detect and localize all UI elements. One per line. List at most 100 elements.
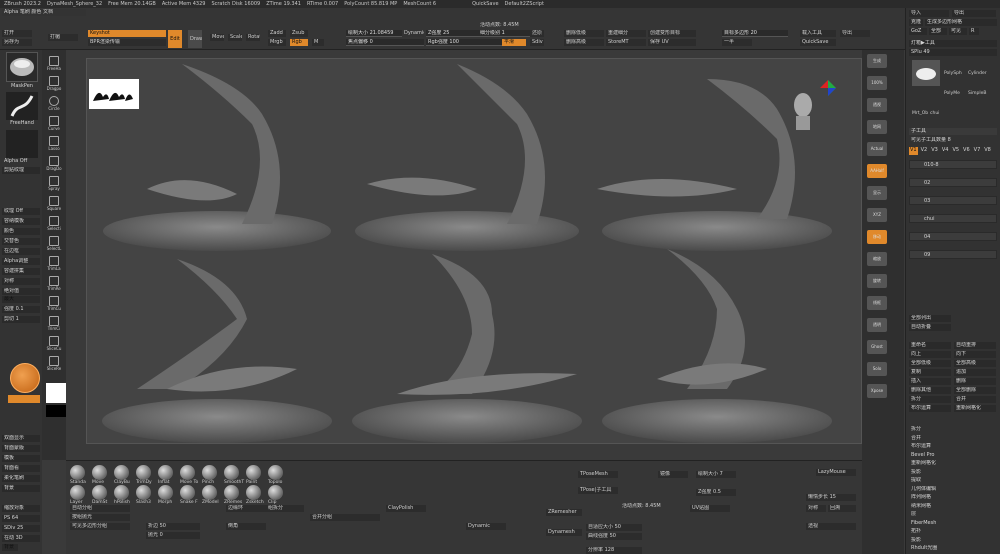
scale-button[interactable]: Scale bbox=[228, 34, 242, 41]
visible-polygroups-button[interactable]: 可见多边形分组 bbox=[70, 523, 130, 530]
subdiv-slider[interactable]: 细分级别 1 bbox=[478, 30, 536, 37]
tool-menu-item-5[interactable]: 投影 bbox=[909, 469, 997, 476]
left-bottom-0[interactable]: 双面显示 bbox=[2, 435, 40, 442]
select-tool-0[interactable]: FreeHa bbox=[44, 56, 64, 74]
version-tab-7[interactable]: V8 bbox=[983, 147, 992, 155]
select-tool-14[interactable]: SliceCu bbox=[44, 336, 64, 354]
rgb-intensity-slider[interactable]: Rgb强度 100 bbox=[426, 39, 502, 46]
tool-menu-item-11[interactable]: FiberMesh bbox=[909, 520, 997, 527]
tpose-subtool-button[interactable]: TPose|子工具 bbox=[578, 487, 618, 494]
tool-menu-item-13[interactable]: 投影 bbox=[909, 537, 997, 544]
subtool-item[interactable]: 02 bbox=[909, 178, 997, 187]
tool-menu-item-7[interactable]: 几何体编辑 bbox=[909, 486, 997, 493]
brush-19[interactable] bbox=[268, 485, 283, 500]
left-item-5[interactable]: Alpha调整 bbox=[2, 258, 40, 265]
subtool-action-14[interactable]: 布尔运算 bbox=[909, 405, 951, 412]
subtool-action-5[interactable]: 全部高级 bbox=[954, 360, 996, 367]
m-button[interactable]: M bbox=[312, 39, 324, 46]
edge-loop-button[interactable]: 边缘环 bbox=[226, 505, 266, 512]
tool-menu-item-12[interactable]: 拓扑 bbox=[909, 528, 997, 535]
all-button[interactable]: 全部 bbox=[929, 28, 947, 35]
select-tool-10[interactable]: TrimLa bbox=[44, 256, 64, 274]
list-all-button[interactable]: 全部列出 bbox=[909, 315, 951, 322]
zadd-button[interactable]: Zadd bbox=[268, 30, 286, 37]
subtool-action-11[interactable]: 全部删除 bbox=[954, 387, 996, 394]
bevel-button[interactable]: 倒角 bbox=[226, 523, 266, 530]
brush-8[interactable] bbox=[246, 465, 261, 480]
restore-button[interactable]: 还原 bbox=[530, 30, 544, 37]
subtool-action-7[interactable]: 追加 bbox=[954, 369, 996, 376]
left-bottom-1[interactable]: 背面蒙版 bbox=[2, 445, 40, 452]
subtool-action-1[interactable]: 自动重排 bbox=[954, 342, 996, 349]
dock-button-4[interactable]: Actual bbox=[867, 142, 887, 156]
left-item-3[interactable]: 交替色 bbox=[2, 238, 40, 245]
rgb-slider[interactable] bbox=[8, 395, 40, 403]
select-tool-7[interactable]: Square bbox=[44, 196, 64, 214]
move-button[interactable]: Move bbox=[210, 34, 224, 41]
storemt-button[interactable]: StoreMT bbox=[606, 39, 646, 46]
mrgb-button[interactable]: Mrgb bbox=[268, 39, 286, 46]
brush-3[interactable] bbox=[136, 465, 151, 480]
subtool-item[interactable]: 04 bbox=[909, 232, 997, 241]
subtool-item[interactable]: 09 bbox=[909, 250, 997, 259]
tool-menu-item-4[interactable]: 重新网格化 bbox=[909, 460, 997, 467]
alpha-preview[interactable] bbox=[6, 130, 38, 158]
sdiv-button[interactable]: Sdiv bbox=[530, 39, 544, 46]
brush-5[interactable] bbox=[180, 465, 195, 480]
dock-button-13[interactable]: Ghost bbox=[867, 340, 887, 354]
tool-menu-item-14[interactable]: Rhdult光圈 bbox=[909, 545, 997, 552]
subtool-action-13[interactable]: 合并 bbox=[954, 396, 996, 403]
tool-menu-item-3[interactable]: Bevel Pro bbox=[909, 452, 997, 459]
dock-button-14[interactable]: Solo bbox=[867, 362, 887, 376]
tool-menu-item-1[interactable]: 合并 bbox=[909, 435, 997, 442]
zsub-button[interactable]: Zsub bbox=[290, 30, 308, 37]
brush-2[interactable] bbox=[114, 465, 129, 480]
brush-0[interactable] bbox=[70, 465, 85, 480]
export-panel-button[interactable]: 导出 bbox=[952, 10, 996, 17]
version-tab-0[interactable]: V1 bbox=[909, 147, 918, 155]
target-polys-slider[interactable]: 目标多边形 20 bbox=[722, 30, 788, 37]
polish-slider[interactable]: 抛光 0 bbox=[146, 532, 200, 539]
make-polymesh-button[interactable]: 生成多边形网格 bbox=[925, 19, 997, 26]
select-tool-9[interactable]: SelectL bbox=[44, 236, 64, 254]
version-tab-5[interactable]: V6 bbox=[962, 147, 971, 155]
brush-14[interactable] bbox=[158, 485, 173, 500]
brush-16[interactable] bbox=[202, 485, 217, 500]
curves-strength-slider[interactable]: 曲线强度 50 bbox=[586, 533, 642, 540]
subtool-action-0[interactable]: 重命名 bbox=[909, 342, 951, 349]
brush-15[interactable] bbox=[180, 485, 195, 500]
edit-button[interactable]: Edit bbox=[168, 30, 182, 48]
lazy-step-slider[interactable]: 懒惰步长 15 bbox=[806, 494, 856, 501]
reconstruct-button[interactable]: 重建细分 bbox=[606, 30, 646, 37]
goz-button[interactable]: GoZ bbox=[909, 28, 927, 35]
brush-13[interactable] bbox=[136, 485, 151, 500]
r-button[interactable]: R bbox=[969, 28, 979, 35]
dock-button-5[interactable]: AAHalf bbox=[867, 164, 887, 178]
auto-groups-button[interactable]: 自动分组 bbox=[70, 505, 130, 512]
dock-button-10[interactable]: 旋转 bbox=[867, 274, 887, 288]
draw-button[interactable]: Draw bbox=[188, 30, 202, 48]
dock-button-1[interactable]: 100% bbox=[867, 76, 887, 90]
select-tool-4[interactable]: Lasso bbox=[44, 136, 64, 154]
dock-button-7[interactable]: XYZ bbox=[867, 208, 887, 222]
select-tool-11[interactable]: TrimRe bbox=[44, 276, 64, 294]
dock-button-6[interactable]: 显示 bbox=[867, 186, 887, 200]
tposemesh-button[interactable]: TPoseMesh bbox=[578, 471, 618, 478]
dock-button-3[interactable]: 地网 bbox=[867, 120, 887, 134]
keyshot-button[interactable]: Keyshot bbox=[88, 30, 166, 37]
subtool-action-10[interactable]: 删除其他 bbox=[909, 387, 951, 394]
uv-map-button[interactable]: UV贴图 bbox=[690, 505, 730, 512]
left-item-7[interactable]: 对称 bbox=[2, 278, 40, 285]
subtool-action-15[interactable]: 重新网格化 bbox=[954, 405, 996, 412]
left-item-17[interactable]: 剪切 1 bbox=[2, 316, 40, 323]
select-tool-8[interactable]: Selecti bbox=[44, 216, 64, 234]
brush-10[interactable] bbox=[70, 485, 85, 500]
import-tool-button[interactable]: 载入工具 bbox=[800, 30, 836, 37]
dock-button-8[interactable]: 移动 bbox=[867, 230, 887, 244]
subtool-action-8[interactable]: 插入 bbox=[909, 378, 951, 385]
lazymouse-button[interactable]: LazyMouse bbox=[816, 469, 856, 476]
brush-11[interactable] bbox=[92, 485, 107, 500]
select-tool-12[interactable]: TrimCu bbox=[44, 296, 64, 314]
brush-18[interactable] bbox=[246, 485, 261, 500]
pose-button[interactable]: 打楣 bbox=[48, 34, 78, 41]
